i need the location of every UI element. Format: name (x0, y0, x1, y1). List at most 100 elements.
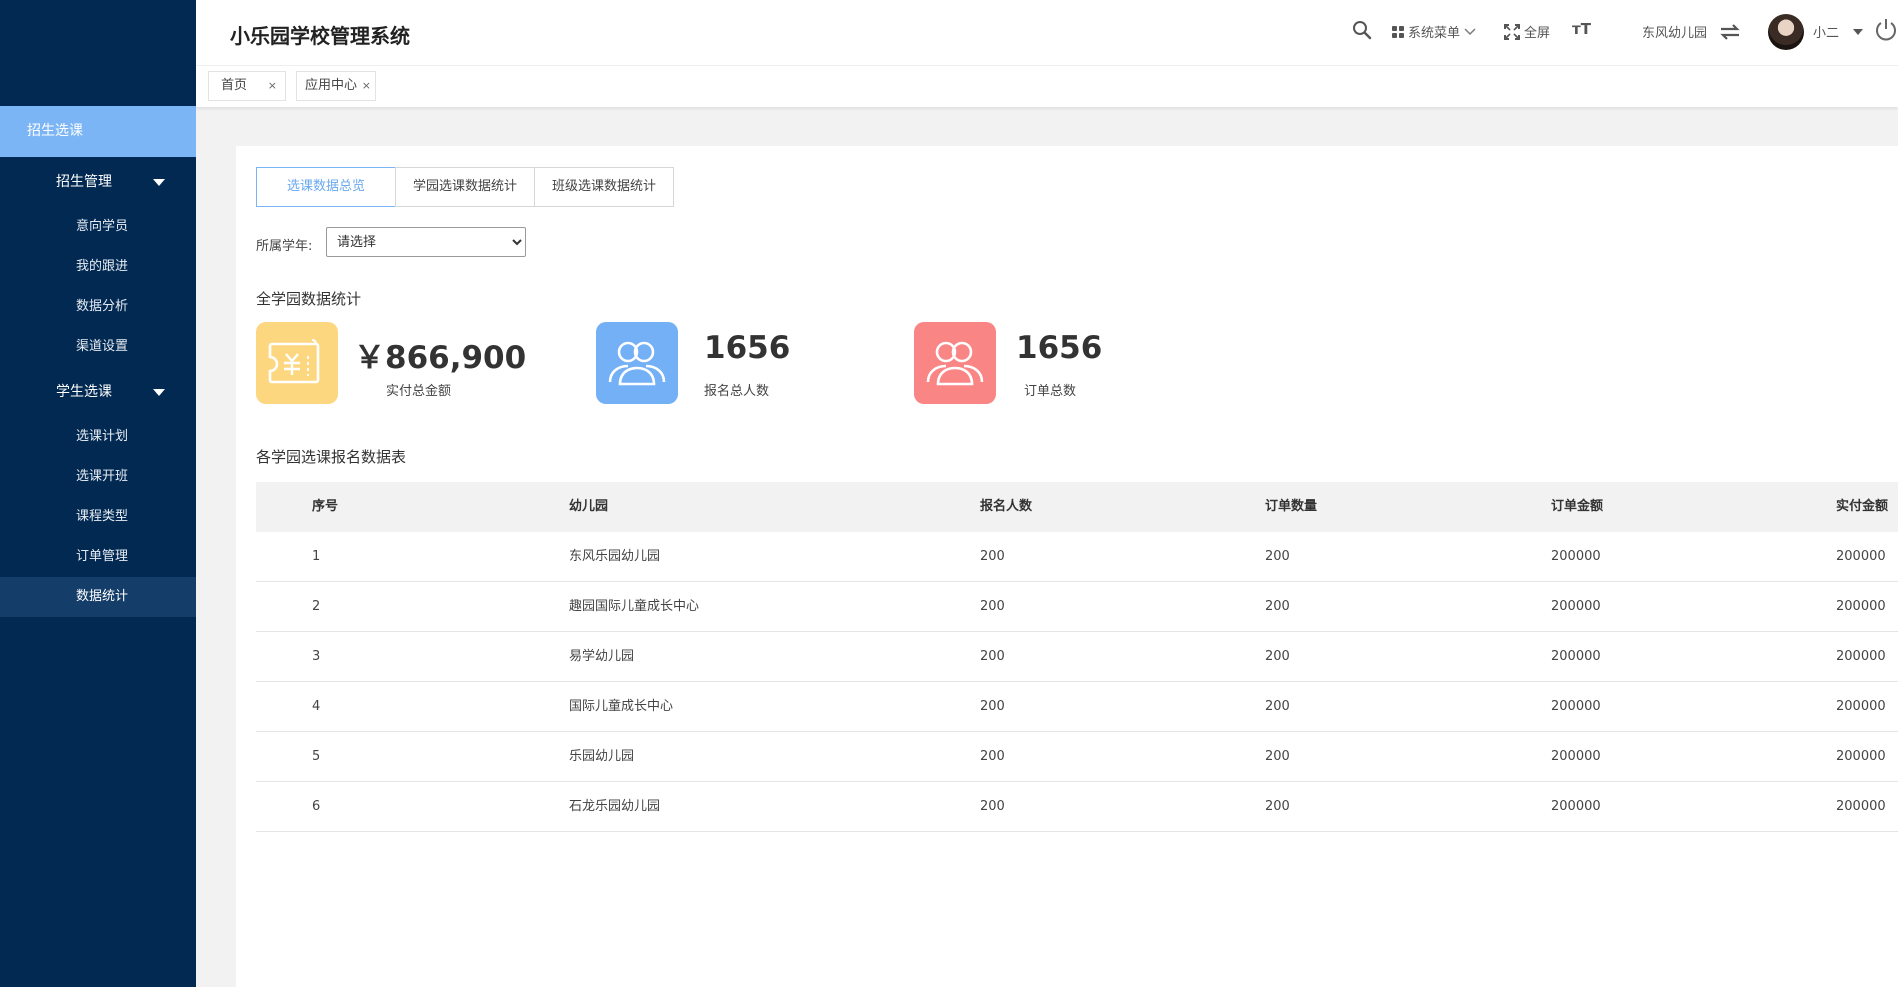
sidebar-section-enrollment[interactable]: 招生选课 (0, 106, 196, 157)
stat-label: 报名总人数 (704, 384, 770, 399)
cell-kindergarten: 易学幼儿园 (569, 649, 635, 664)
table-title: 各学园选课报名数据表 (256, 448, 407, 466)
cell-order-count: 200 (1265, 699, 1290, 714)
table-row: 1 东风乐园幼儿园 200 200 200000 200000 (256, 532, 1898, 582)
current-school[interactable]: 东风幼儿园 (1642, 22, 1741, 41)
search-icon[interactable] (1352, 20, 1372, 40)
cell-paid-amount: 200000 (1836, 649, 1886, 664)
invoice-icon (256, 322, 338, 404)
page-tab-label: 首页 (221, 78, 248, 93)
stat-value: ￥866,900 (354, 340, 527, 376)
sidebar-group-enrollment-management[interactable]: 招生管理 (0, 162, 196, 202)
caret-down-icon (153, 179, 165, 186)
sidebar-item-data-analysis[interactable]: 数据分析 (0, 287, 196, 327)
close-icon[interactable]: × (268, 72, 277, 100)
cell-order-amount: 200000 (1551, 749, 1601, 764)
cell-order-amount: 200000 (1551, 699, 1601, 714)
caret-down-icon (153, 389, 165, 396)
cell-kindergarten: 趣园国际儿童成长中心 (569, 599, 700, 614)
system-menu-button[interactable]: 系统菜单 (1392, 22, 1476, 41)
system-menu-label: 系统菜单 (1408, 26, 1461, 41)
sidebar-item-data-statistics[interactable]: 数据统计 (0, 577, 196, 617)
power-icon[interactable] (1874, 18, 1898, 42)
cell-paid-amount: 200000 (1836, 749, 1886, 764)
column-header-index: 序号 (312, 499, 339, 514)
sidebar-item-order-management[interactable]: 订单管理 (0, 537, 196, 577)
cell-enrolled: 200 (980, 699, 1005, 714)
page-tab-home[interactable]: 首页 × (208, 71, 286, 101)
cell-paid-amount: 200000 (1836, 699, 1886, 714)
table-row: 6 石龙乐园幼儿园 200 200 200000 200000 (256, 782, 1898, 832)
sidebar-item-course-plan[interactable]: 选课计划 (0, 417, 196, 457)
sidebar-item-open-class[interactable]: 选课开班 (0, 457, 196, 497)
chevron-down-icon (1464, 28, 1476, 35)
cell-kindergarten: 石龙乐园幼儿园 (569, 799, 661, 814)
table-row: 4 国际儿童成长中心 200 200 200000 200000 (256, 682, 1898, 732)
cell-kindergarten: 东风乐园幼儿园 (569, 549, 661, 564)
table-header: 序号 幼儿园 报名人数 订单数量 订单金额 实付金额 (256, 482, 1898, 532)
enrollment-data-table: 序号 幼儿园 报名人数 订单数量 订单金额 实付金额 1 东风乐园幼儿园 200 20… (256, 482, 1898, 832)
cell-order-count: 200 (1265, 799, 1290, 814)
sidebar-item-prospective-students[interactable]: 意向学员 (0, 207, 196, 247)
fullscreen-button[interactable]: 全屏 (1504, 22, 1550, 41)
user-menu[interactable]: 小二 (1813, 22, 1864, 41)
sidebar-item-my-followup[interactable]: 我的跟进 (0, 247, 196, 287)
column-header-enrolled: 报名人数 (980, 499, 1033, 514)
cell-index: 5 (312, 749, 321, 764)
cell-order-amount: 200000 (1551, 649, 1601, 664)
close-icon[interactable]: × (362, 72, 371, 100)
column-header-kindergarten: 幼儿园 (569, 499, 609, 514)
cell-order-count: 200 (1265, 599, 1290, 614)
users-icon (914, 322, 996, 404)
table-row: 5 乐园幼儿园 200 200 200000 200000 (256, 732, 1898, 782)
cell-paid-amount: 200000 (1836, 799, 1886, 814)
cell-order-count: 200 (1265, 649, 1290, 664)
table-body: 1 东风乐园幼儿园 200 200 200000 200000 2 趣园国际儿童成长中心 200… (256, 532, 1898, 832)
cell-order-amount: 200000 (1551, 549, 1601, 564)
column-header-paid-amount: 实付金额 (1836, 499, 1889, 514)
users-icon (596, 322, 678, 404)
sidebar-item-course-type[interactable]: 课程类型 (0, 497, 196, 537)
cell-enrolled: 200 (980, 799, 1005, 814)
sidebar-item-channel-settings[interactable]: 渠道设置 (0, 327, 196, 367)
table-row: 2 趣园国际儿童成长中心 200 200 200000 200000 (256, 582, 1898, 632)
page-tabs-bar: 首页 × 应用中心 × (196, 66, 1898, 107)
stat-label: 实付总金额 (386, 384, 452, 399)
user-avatar[interactable] (1768, 14, 1804, 50)
sidebar-group-course-selection[interactable]: 学生选课 (0, 372, 196, 412)
cell-kindergarten: 乐园幼儿园 (569, 749, 635, 764)
cell-order-count: 200 (1265, 749, 1290, 764)
grid-icon (1392, 25, 1404, 38)
top-header: 小乐园学校管理系统 系统菜单 全屏 ᴛT 东风幼儿园 小二 (196, 0, 1898, 66)
stat-value: 1656 (704, 330, 791, 366)
page-tab-label: 应用中心 (305, 78, 358, 93)
school-year-label: 所属学年: (256, 239, 313, 254)
content-card: 选课数据总览 学园选课数据统计 班级选课数据统计 所属学年: 请选择 全学园数据… (236, 146, 1898, 987)
school-name: 东风幼儿园 (1642, 26, 1708, 41)
switch-icon (1720, 23, 1740, 40)
cell-index: 4 (312, 699, 321, 714)
caret-down-icon (1853, 28, 1864, 35)
cell-enrolled: 200 (980, 649, 1005, 664)
app-title: 小乐园学校管理系统 (230, 24, 410, 48)
user-name: 小二 (1813, 26, 1840, 41)
column-header-order-amount: 订单金额 (1551, 499, 1604, 514)
sidebar: 招生选课 招生管理 意向学员 我的跟进 数据分析 渠道设置 学生选课 选课计划 … (0, 0, 196, 987)
cell-index: 3 (312, 649, 321, 664)
cell-order-amount: 200000 (1551, 799, 1601, 814)
tab-course-data-overview[interactable]: 选课数据总览 (256, 167, 396, 207)
sidebar-group-label: 招生管理 (56, 174, 112, 190)
tab-class-course-statistics[interactable]: 班级选课数据统计 (534, 167, 674, 207)
font-size-icon[interactable]: ᴛT (1572, 20, 1591, 38)
school-year-select[interactable]: 请选择 (326, 227, 526, 257)
cell-order-amount: 200000 (1551, 599, 1601, 614)
cell-index: 6 (312, 799, 321, 814)
cell-paid-amount: 200000 (1836, 599, 1886, 614)
cell-index: 1 (312, 549, 321, 564)
tab-school-course-statistics[interactable]: 学园选课数据统计 (395, 167, 535, 207)
cell-paid-amount: 200000 (1836, 549, 1886, 564)
fullscreen-icon (1504, 23, 1520, 40)
sidebar-group-label: 学生选课 (56, 384, 112, 400)
table-row: 3 易学幼儿园 200 200 200000 200000 (256, 632, 1898, 682)
page-tab-app-center[interactable]: 应用中心 × (296, 71, 376, 101)
